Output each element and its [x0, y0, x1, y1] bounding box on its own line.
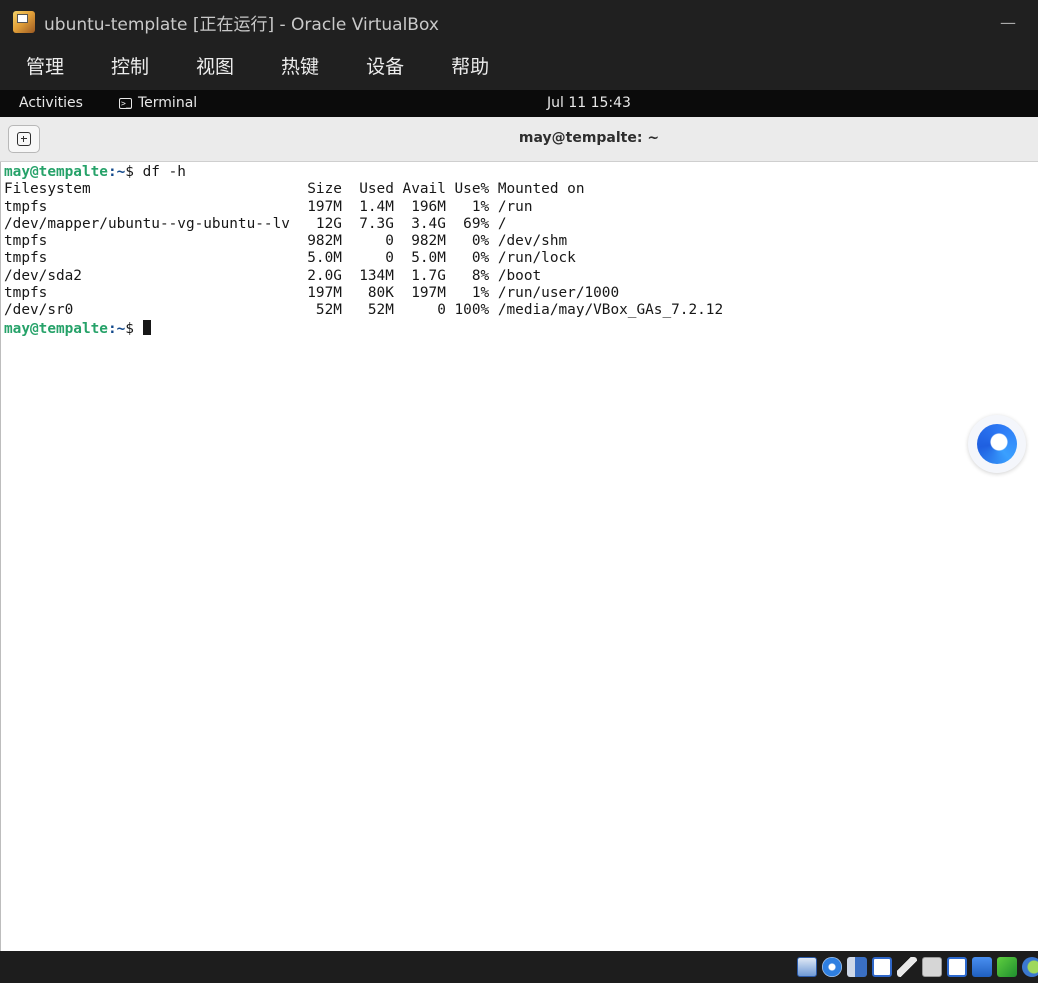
terminal-body[interactable]: may@tempalte:~$ df -h Filesystem Size Use…: [0, 162, 1038, 951]
terminal-icon: >_: [119, 97, 132, 109]
app-menu-terminal[interactable]: >_ Terminal: [119, 95, 197, 111]
menu-item-manage[interactable]: 管理: [26, 44, 64, 90]
output-line: /dev/mapper/ubuntu--vg-ubuntu--lv 12G 7.…: [4, 215, 507, 232]
menu-item-help[interactable]: 帮助: [451, 44, 489, 90]
prompt-path: :~: [107, 320, 126, 337]
cpu-icon[interactable]: [997, 957, 1017, 977]
prompt-user: may@tempalte: [4, 164, 108, 180]
gnome-topbar: Activities >_ Terminal Jul 11 15:43: [0, 90, 1038, 117]
output-line: tmpfs 5.0M 0 5.0M 0% /run/lock: [4, 250, 576, 267]
shared-folder-icon[interactable]: [922, 957, 942, 977]
text-cursor: [142, 319, 151, 335]
output-line: tmpfs 197M 1.4M 196M 1% /run: [4, 198, 533, 215]
menu-item-view[interactable]: 视图: [196, 44, 234, 90]
audio-icon[interactable]: [847, 957, 867, 977]
output-line: Filesystem Size Used Avail Use% Mounted …: [4, 181, 585, 198]
prompt-symbol: $: [125, 164, 143, 180]
host-key-icon[interactable]: [1022, 957, 1038, 977]
usb-icon[interactable]: [897, 957, 917, 977]
hard-disk-icon[interactable]: [797, 957, 817, 977]
window-titlebar: ubuntu-template [正在运行] - Oracle VirtualB…: [0, 0, 1038, 44]
terminal-output: may@tempalte:~$ df -h Filesystem Size Use…: [4, 164, 723, 337]
terminal-title: may@tempalte: ~: [518, 130, 660, 146]
menu-item-hotkeys[interactable]: 热键: [281, 44, 319, 90]
output-line: /dev/sda2 2.0G 134M 1.7G 8% /boot: [4, 267, 542, 284]
command-text: df -h: [142, 164, 186, 180]
new-tab-button[interactable]: [8, 125, 40, 153]
output-line: tmpfs 982M 0 982M 0% /dev/shm: [4, 233, 568, 250]
clock[interactable]: Jul 11 15:43: [547, 95, 631, 111]
status-indicators: [792, 954, 1038, 980]
command-line: may@tempalte:~$ df -h: [4, 164, 723, 181]
floating-assistant-button[interactable]: [968, 415, 1026, 473]
window-title: ubuntu-template [正在运行] - Oracle VirtualB…: [44, 14, 439, 35]
prompt-symbol: $: [125, 320, 143, 337]
vm-statusbar: [0, 951, 1038, 983]
terminal-headerbar: may@tempalte: ~: [0, 117, 1038, 162]
virtualbox-logo-icon: [13, 11, 35, 33]
prompt-line[interactable]: may@tempalte:~$: [4, 319, 723, 337]
activities-button[interactable]: Activities: [19, 95, 83, 111]
minimize-button[interactable]: —: [1000, 13, 1016, 32]
display-icon[interactable]: [947, 957, 967, 977]
output-line: tmpfs 197M 80K 197M 1% /run/user/1000: [4, 285, 620, 302]
menu-item-control[interactable]: 控制: [111, 44, 149, 90]
network-icon[interactable]: [872, 957, 892, 977]
assistant-bubble-icon: [977, 424, 1017, 464]
prompt-path: :~: [107, 164, 126, 180]
menu-item-devices[interactable]: 设备: [366, 44, 404, 90]
new-tab-icon: [17, 132, 31, 146]
prompt-user: may@tempalte: [4, 320, 108, 337]
recording-icon[interactable]: [972, 957, 992, 977]
output-line: /dev/sr0 52M 52M 0 100% /media/may/VBox_…: [4, 302, 724, 319]
menubar: 管理 控制 视图 热键 设备 帮助: [0, 44, 1038, 90]
optical-drive-icon[interactable]: [822, 957, 842, 977]
app-menu-label: Terminal: [138, 95, 198, 111]
